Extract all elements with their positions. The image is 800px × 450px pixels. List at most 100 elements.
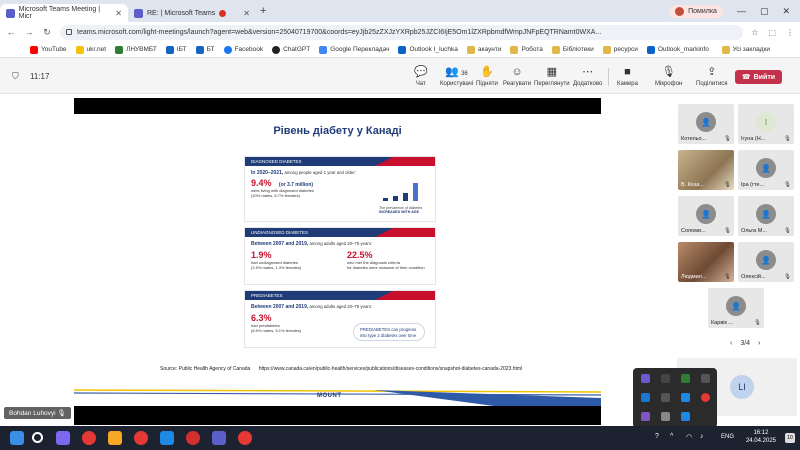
camera-button[interactable]: ■ Камера — [617, 66, 638, 87]
copilot-icon[interactable] — [56, 431, 70, 445]
windows-start-icon[interactable] — [10, 431, 24, 445]
browser-tab-strip: Microsoft Teams Meeting | Micr ✕ RE: | M… — [0, 0, 800, 22]
maximize-icon[interactable]: ▢ — [760, 6, 769, 17]
bookmark-chatgpt[interactable]: ChatGPT — [272, 45, 310, 54]
participant-tile-video[interactable]: Людмил... 🎙 — [678, 242, 734, 282]
close-icon[interactable]: ✕ — [243, 9, 250, 18]
participant-tile[interactable]: I Iгуна (Н... 🎙 — [738, 104, 794, 144]
chrome-icon[interactable] — [82, 431, 96, 445]
more-button[interactable]: ⋯ Додатково — [573, 66, 602, 87]
help-icon[interactable]: ? — [655, 433, 659, 440]
participant-tile[interactable]: 👤 Ольга М... 🎙 — [738, 196, 794, 236]
bookmark-google-translate[interactable]: Google Перекладач — [319, 45, 389, 54]
people-icon: 👥 36 — [445, 66, 468, 78]
bookmark-folder-accounts[interactable]: акаунти — [466, 45, 501, 54]
tab-teams-re[interactable]: RE: | Microsoft Teams ✕ — [128, 4, 256, 22]
menu-icon[interactable]: ⋮ — [786, 28, 794, 37]
tray-app-icon[interactable] — [641, 412, 650, 421]
all-bookmarks[interactable]: Усі закладки — [721, 45, 770, 54]
bluetooth-icon[interactable] — [681, 393, 690, 402]
bookmark-bt[interactable]: БТ — [195, 45, 215, 54]
search-icon[interactable] — [32, 432, 43, 443]
new-tab-icon[interactable]: + — [260, 5, 266, 17]
profile-chip[interactable]: Помилка — [669, 4, 723, 18]
mic-off-icon: 🎙 — [661, 66, 676, 78]
chat-button[interactable]: 💬 Чат — [414, 66, 428, 87]
forward-icon[interactable]: → — [24, 27, 34, 37]
bookmarks-bar: YouTube ukr.net ЛНУВМБТ IБТ БТ Facebook … — [0, 42, 800, 58]
chrome-icon[interactable] — [238, 431, 252, 445]
bookmark-lnuvmbt[interactable]: ЛНУВМБТ — [115, 45, 157, 54]
view-button[interactable]: ▦ Переглянути — [534, 66, 570, 87]
tray-app-icon[interactable] — [641, 393, 650, 402]
minimize-icon[interactable]: — — [737, 6, 746, 16]
site-info-icon[interactable] — [66, 29, 72, 35]
reload-icon[interactable]: ↻ — [42, 27, 52, 38]
avatar: 👤 — [726, 296, 746, 316]
tray-app-icon[interactable] — [661, 393, 670, 402]
youtube-icon — [30, 45, 38, 54]
tray-overflow-popup — [633, 368, 717, 428]
share-button[interactable]: ⇪ Поділитися — [696, 66, 728, 87]
participant-tile-video[interactable]: В. Кхаз... 🎙 — [678, 150, 734, 190]
bookmark-ukrnet[interactable]: ukr.net — [75, 45, 106, 54]
bookmark-youtube[interactable]: YouTube — [30, 45, 67, 54]
participant-tile[interactable]: 👤 Котельо... 🎙 — [678, 104, 734, 144]
bookmark-folder-work[interactable]: Робота — [510, 45, 543, 54]
tab-teams-meeting[interactable]: Microsoft Teams Meeting | Micr ✕ — [0, 4, 128, 22]
tray-app-icon[interactable] — [681, 374, 690, 383]
participant-tile[interactable]: 👤 Карвік ... 🎙 — [708, 288, 764, 328]
people-button[interactable]: 👥 36 Користувачі — [440, 66, 473, 87]
chrome-icon[interactable] — [701, 393, 710, 402]
tray-app-icon[interactable] — [681, 412, 690, 421]
folder-icon — [602, 45, 611, 54]
language-indicator[interactable]: ENG — [721, 434, 734, 440]
gallery-pager: ‹ 3/4 › — [730, 340, 761, 347]
bookmark-icon — [165, 45, 174, 54]
mic-button[interactable]: 🎙 Мікрофон — [655, 66, 682, 87]
raise-hand-button[interactable]: ✋ Підняти — [476, 66, 498, 87]
close-window-icon[interactable]: ✕ — [782, 6, 790, 17]
opera-icon[interactable] — [186, 431, 200, 445]
volume-icon[interactable]: ♪ — [700, 433, 704, 440]
notifications-icon[interactable]: 10 — [785, 433, 795, 443]
mic-icon: 🎙 — [784, 228, 791, 234]
bookmark-folder-libraries[interactable]: Бібліотеки — [551, 45, 594, 54]
system-clock[interactable]: 16:12 24.04.2025 — [746, 429, 776, 445]
tray-app-icon[interactable] — [661, 374, 670, 383]
windows-taskbar: ? ^ ◠ ♪ ENG 16:12 24.04.2025 10 — [0, 426, 800, 450]
chrome-icon[interactable] — [134, 431, 148, 445]
bookmark-ibt[interactable]: IБТ — [165, 45, 187, 54]
bookmark-outlook[interactable]: Outlook I_luchka — [398, 45, 458, 54]
tray-app-icon[interactable] — [661, 412, 670, 421]
star-icon[interactable]: ☆ — [751, 28, 758, 37]
participant-tile[interactable]: 👤 Олексій... 🎙 — [738, 242, 794, 282]
leave-button[interactable]: ☎ Вийти — [735, 70, 782, 84]
back-icon[interactable]: ← — [6, 27, 16, 37]
age-chart: The prevalence of diabetes INCREASED WIT… — [379, 179, 427, 214]
bookmark-outlook-markinfo[interactable]: Outlook_markinfo — [646, 45, 709, 54]
tray-app-icon[interactable] — [641, 374, 650, 383]
shield-icon: ⛉ — [12, 71, 19, 81]
wifi-icon[interactable]: ◠ — [686, 433, 692, 441]
bookmark-facebook[interactable]: Facebook — [223, 45, 263, 54]
react-button[interactable]: ☺ Реагувати — [503, 66, 531, 87]
participant-tile[interactable]: 👤 Ipa (гте... 🎙 — [738, 150, 794, 190]
participant-tile[interactable]: 👤 Соломи... 🎙 — [678, 196, 734, 236]
word-icon[interactable] — [160, 431, 174, 445]
folder-icon — [466, 45, 475, 54]
close-icon[interactable]: ✕ — [115, 9, 122, 18]
view-icon: ▦ — [546, 66, 557, 78]
address-bar[interactable]: teams.microsoft.com/light-meetings/launc… — [60, 24, 744, 40]
camera-off-icon: ■ — [624, 66, 631, 78]
tray-app-icon[interactable] — [701, 374, 710, 383]
window-controls: Помилка — ▢ ✕ — [669, 4, 800, 18]
chevron-left-icon[interactable]: ‹ — [730, 340, 732, 347]
show-hidden-icons[interactable]: ^ — [670, 433, 673, 440]
bookmark-folder-resources[interactable]: ресурси — [602, 45, 638, 54]
extensions-icon[interactable]: ⬚ — [768, 28, 776, 37]
panel-header: DIAGNOSED DIABETES — [245, 157, 435, 166]
teams-icon[interactable] — [212, 431, 226, 445]
folder-icon[interactable] — [108, 431, 122, 445]
chevron-right-icon[interactable]: › — [758, 340, 760, 347]
